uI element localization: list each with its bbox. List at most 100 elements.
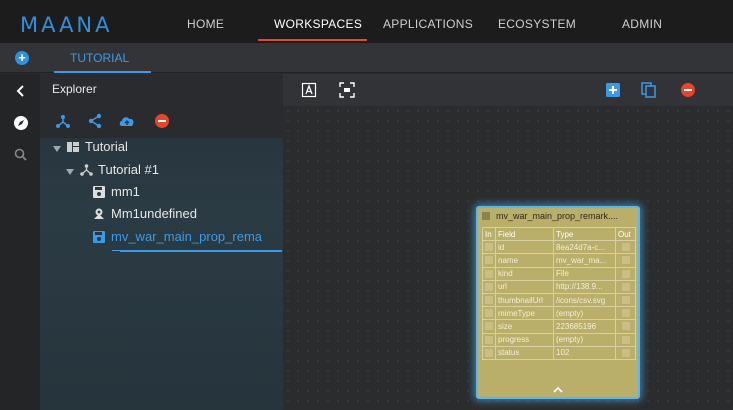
input-port[interactable]: [482, 266, 496, 281]
output-port[interactable]: [615, 292, 636, 308]
input-port[interactable]: [482, 292, 496, 308]
port-handle[interactable]: [621, 282, 630, 291]
nav-ecosystem[interactable]: ECOSYSTEM: [498, 17, 576, 31]
port-handle[interactable]: [621, 309, 630, 318]
input-port[interactable]: [482, 306, 496, 321]
field-name-cell: url: [495, 279, 554, 294]
add-box-icon[interactable]: [605, 82, 621, 98]
output-port[interactable]: [615, 319, 636, 334]
field-name-cell: kind: [495, 266, 554, 281]
upload-icon[interactable]: [118, 113, 136, 129]
service-icon: [94, 208, 104, 219]
field-name-cell: id: [495, 240, 554, 255]
table-row[interactable]: thumbnailUrl/icons/csv.svg: [482, 292, 636, 308]
output-port[interactable]: [615, 345, 636, 360]
remove-icon[interactable]: [154, 113, 170, 129]
chevron-up-icon[interactable]: [553, 385, 563, 395]
node-title: mv_war_main_prop_remark....: [496, 211, 619, 221]
port-handle[interactable]: [485, 282, 493, 291]
plus-circle-icon[interactable]: +: [15, 51, 29, 65]
chevron-left-icon[interactable]: [12, 82, 30, 100]
output-port[interactable]: [615, 306, 636, 321]
tree-item-mm1undefined[interactable]: Mm1undefined: [111, 206, 197, 221]
field-type-cell: 102: [553, 345, 616, 360]
copy-icon[interactable]: [641, 82, 657, 98]
port-handle[interactable]: [485, 243, 493, 252]
port-handle[interactable]: [485, 335, 493, 344]
port-handle[interactable]: [621, 322, 630, 331]
output-port[interactable]: [615, 332, 636, 347]
table-row[interactable]: name mv_war_ma...: [482, 253, 636, 268]
save-icon: [93, 231, 105, 243]
nav-admin[interactable]: ADMIN: [622, 17, 662, 31]
table-row[interactable]: size 223685196: [482, 319, 636, 334]
nav-home[interactable]: HOME: [187, 17, 224, 31]
port-handle[interactable]: [621, 348, 630, 357]
node-table-header: In Field Type Out: [482, 226, 636, 242]
table-row[interactable]: kind File: [482, 266, 636, 281]
port-handle[interactable]: [485, 309, 493, 318]
maana-logo[interactable]: MAANA: [20, 13, 113, 37]
input-port[interactable]: [482, 279, 496, 294]
graph-icon[interactable]: [55, 113, 71, 129]
fit-screen-icon[interactable]: [339, 82, 355, 98]
input-port[interactable]: [482, 345, 496, 360]
tree-item-mm1[interactable]: mm1: [111, 184, 140, 199]
output-port[interactable]: [615, 240, 636, 255]
port-handle[interactable]: [485, 348, 493, 357]
tree-item-tutorial-1[interactable]: Tutorial #1: [98, 162, 159, 177]
nav-workspaces[interactable]: WORKSPACES: [274, 17, 362, 31]
port-handle[interactable]: [485, 296, 493, 305]
field-type-cell: (empty): [553, 332, 616, 347]
field-type-cell: (empty): [553, 306, 616, 321]
port-handle[interactable]: [621, 269, 630, 278]
input-port[interactable]: [482, 253, 496, 268]
field-type-cell: /icons/csv.svg: [553, 292, 616, 308]
input-port[interactable]: [482, 332, 496, 347]
field-type-cell: 223685196: [553, 319, 616, 334]
table-row[interactable]: mimeType (empty): [482, 306, 636, 321]
nav-applications[interactable]: APPLICATIONS: [383, 17, 473, 31]
table-row[interactable]: progress (empty): [482, 332, 636, 347]
field-name-cell: size: [495, 319, 554, 334]
header-in: In: [482, 226, 496, 242]
header-type: Type: [553, 226, 616, 242]
dashboard-icon: [67, 142, 79, 152]
delete-icon[interactable]: [680, 82, 696, 98]
text-select-icon[interactable]: [301, 82, 317, 98]
node-field-table: In Field Type Out id 8ea24d7a-c... name mv_…: [482, 226, 636, 360]
port-handle[interactable]: [621, 335, 630, 344]
share-icon[interactable]: [87, 113, 103, 129]
output-port[interactable]: [615, 279, 636, 294]
input-port[interactable]: [482, 319, 496, 334]
caret-down-icon[interactable]: [66, 169, 74, 175]
caret-down-icon[interactable]: [53, 146, 61, 152]
table-row[interactable]: status 102: [482, 345, 636, 360]
port-handle[interactable]: [621, 296, 630, 305]
output-port[interactable]: [615, 266, 636, 281]
field-name-cell: progress: [495, 332, 554, 347]
output-port[interactable]: [615, 253, 636, 268]
port-handle[interactable]: [485, 269, 493, 278]
table-row[interactable]: id 8ea24d7a-c...: [482, 240, 636, 255]
compass-icon[interactable]: [12, 114, 30, 132]
nav-active-indicator: [258, 39, 367, 41]
field-name-cell: name: [495, 253, 554, 268]
field-type-cell: http://138.9...: [553, 279, 616, 294]
port-handle[interactable]: [621, 243, 630, 252]
tree-item-tutorial[interactable]: Tutorial: [85, 139, 128, 154]
node-table-body: id 8ea24d7a-c... name mv_war_ma... kind File u…: [482, 240, 636, 360]
node-drag-handle[interactable]: [482, 212, 490, 220]
kind-node-card[interactable]: mv_war_main_prop_remark.... In Field Typ…: [476, 206, 640, 399]
port-handle[interactable]: [485, 322, 493, 331]
tree-item-mv-war-main-prop[interactable]: mv_war_main_prop_rema: [111, 229, 262, 244]
tab-tutorial[interactable]: TUTORIAL: [70, 51, 129, 65]
table-row[interactable]: url http://138.9...: [482, 279, 636, 294]
port-handle[interactable]: [621, 256, 630, 265]
save-icon: [93, 186, 105, 198]
search-icon[interactable]: [12, 146, 30, 164]
port-handle[interactable]: [485, 256, 493, 265]
selection-underline: [120, 250, 282, 252]
input-port[interactable]: [482, 240, 496, 255]
explorer-header: Explorer: [40, 74, 283, 104]
